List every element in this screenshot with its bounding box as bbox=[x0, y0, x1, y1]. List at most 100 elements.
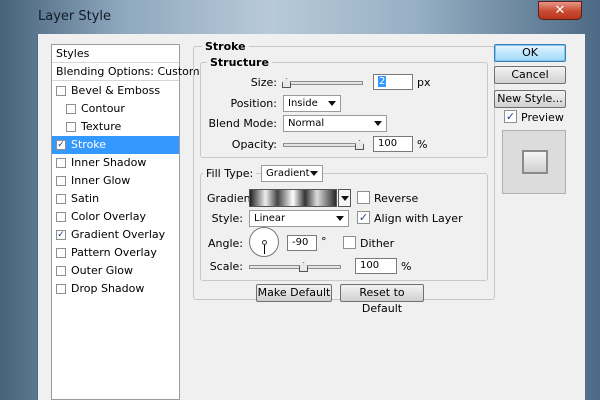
opacity-input[interactable]: 100 bbox=[373, 136, 413, 152]
size-slider-thumb[interactable] bbox=[282, 78, 291, 88]
fill-type-label: Fill Type: bbox=[203, 167, 257, 180]
style-item-inner-shadow[interactable]: Inner Shadow bbox=[52, 154, 179, 172]
scale-label: Scale: bbox=[209, 260, 243, 273]
fill-group: Fill Type: Gradient Gradient: Reverse St… bbox=[200, 165, 488, 281]
align-with-layer-label: Align with Layer bbox=[374, 212, 463, 225]
scale-input[interactable]: 100 bbox=[355, 258, 397, 274]
style-select[interactable]: Linear bbox=[249, 210, 349, 227]
position-label: Position: bbox=[230, 97, 277, 110]
blending-options-item[interactable]: Blending Options: Custom bbox=[52, 63, 200, 81]
stroke-group: Stroke Structure Size: 2 px Position: In… bbox=[193, 40, 495, 315]
window-title: Layer Style bbox=[38, 9, 112, 24]
blend-mode-select[interactable]: Normal bbox=[283, 115, 387, 132]
size-unit: px bbox=[417, 76, 431, 89]
style-item-checkbox[interactable]: ✓ bbox=[56, 140, 66, 150]
chevron-down-icon bbox=[328, 101, 336, 106]
style-item-label: Color Overlay bbox=[71, 210, 146, 223]
style-item-checkbox[interactable] bbox=[56, 86, 66, 96]
size-input[interactable]: 2 bbox=[373, 74, 413, 90]
scale-slider-thumb[interactable] bbox=[299, 262, 308, 272]
style-item-label: Gradient Overlay bbox=[71, 228, 166, 241]
title-bar[interactable]: Layer Style ✕ bbox=[0, 0, 600, 34]
check-icon: ✓ bbox=[57, 140, 65, 150]
check-icon: ✓ bbox=[358, 211, 369, 224]
size-slider[interactable] bbox=[282, 78, 363, 88]
opacity-slider-thumb[interactable] bbox=[355, 140, 364, 150]
style-item-checkbox[interactable]: ✓ bbox=[56, 230, 66, 240]
style-item-checkbox[interactable] bbox=[56, 158, 66, 168]
styles-list: Styles Blending Options: Custom Bevel & … bbox=[51, 44, 200, 400]
style-item-label: Pattern Overlay bbox=[71, 246, 157, 259]
style-item-checkbox[interactable] bbox=[56, 176, 66, 186]
gradient-swatch[interactable] bbox=[249, 189, 337, 207]
style-item-label: Satin bbox=[71, 192, 100, 205]
style-item-bevel-emboss[interactable]: Bevel & Emboss bbox=[52, 82, 179, 100]
fill-type-select[interactable]: Gradient bbox=[261, 165, 323, 182]
style-item-stroke[interactable]: ✓ Stroke bbox=[52, 136, 179, 154]
reverse-checkbox[interactable] bbox=[357, 191, 370, 204]
style-item-checkbox[interactable] bbox=[56, 212, 66, 222]
check-icon: ✓ bbox=[505, 110, 516, 123]
style-item-drop-shadow[interactable]: Drop Shadow bbox=[52, 280, 179, 298]
style-item-checkbox[interactable] bbox=[56, 266, 66, 276]
make-default-button[interactable]: Make Default bbox=[256, 284, 332, 302]
style-label: Style: bbox=[211, 212, 243, 225]
style-item-outer-glow[interactable]: Outer Glow bbox=[52, 262, 179, 280]
stroke-title: Stroke bbox=[202, 40, 249, 53]
style-item-label: Inner Glow bbox=[71, 174, 131, 187]
styles-header[interactable]: Styles bbox=[52, 45, 179, 63]
style-item-checkbox[interactable] bbox=[56, 248, 66, 258]
angle-dial[interactable] bbox=[249, 227, 279, 257]
reset-to-default-button[interactable]: Reset to Default bbox=[340, 284, 424, 315]
style-item-checkbox[interactable] bbox=[56, 194, 66, 204]
position-select[interactable]: Inside bbox=[283, 95, 341, 112]
align-with-layer-checkbox[interactable]: ✓ bbox=[357, 211, 370, 224]
style-item-label: Drop Shadow bbox=[71, 282, 145, 295]
gradient-picker-chevron-icon[interactable] bbox=[338, 189, 351, 207]
chevron-down-icon bbox=[310, 171, 318, 176]
ok-button[interactable]: OK bbox=[494, 44, 566, 62]
close-icon: ✕ bbox=[554, 3, 566, 18]
angle-input[interactable]: -90 bbox=[287, 235, 317, 251]
chevron-down-icon bbox=[336, 216, 344, 221]
style-item-gradient-overlay[interactable]: ✓ Gradient Overlay bbox=[52, 226, 179, 244]
dither-checkbox[interactable] bbox=[343, 236, 356, 249]
style-item-color-overlay[interactable]: Color Overlay bbox=[52, 208, 179, 226]
style-item-label: Outer Glow bbox=[71, 264, 134, 277]
angle-unit: ° bbox=[321, 235, 327, 248]
style-item-checkbox[interactable] bbox=[56, 284, 66, 294]
dither-label: Dither bbox=[360, 237, 395, 250]
opacity-label: Opacity: bbox=[231, 138, 277, 151]
blend-mode-label: Blend Mode: bbox=[208, 117, 278, 130]
scale-slider[interactable] bbox=[249, 262, 341, 272]
opacity-unit: % bbox=[417, 138, 428, 151]
new-style-button[interactable]: New Style... bbox=[494, 90, 566, 108]
style-item-texture[interactable]: Texture bbox=[52, 118, 179, 136]
check-icon: ✓ bbox=[57, 230, 65, 240]
scale-unit: % bbox=[401, 260, 412, 273]
style-item-label: Stroke bbox=[71, 138, 107, 151]
structure-group: Structure Size: 2 px Position: Inside Bl… bbox=[200, 56, 488, 158]
reverse-label: Reverse bbox=[374, 192, 419, 205]
style-item-checkbox[interactable] bbox=[66, 104, 76, 114]
chevron-down-icon bbox=[374, 121, 382, 126]
window-frame: Layer Style ✕ Styles Blending Options: C… bbox=[0, 0, 600, 400]
size-label: Size: bbox=[250, 76, 277, 89]
style-item-inner-glow[interactable]: Inner Glow bbox=[52, 172, 179, 190]
style-item-label: Inner Shadow bbox=[71, 156, 147, 169]
style-item-checkbox[interactable] bbox=[66, 122, 76, 132]
style-item-label: Bevel & Emboss bbox=[71, 84, 161, 97]
preview-label: Preview bbox=[521, 111, 564, 124]
preview-thumbnail bbox=[502, 130, 566, 194]
style-item-label: Contour bbox=[81, 102, 125, 115]
opacity-slider[interactable] bbox=[283, 140, 364, 150]
dialog-client: Styles Blending Options: Custom Bevel & … bbox=[37, 34, 585, 400]
angle-label: Angle: bbox=[207, 237, 243, 250]
close-button[interactable]: ✕ bbox=[538, 1, 582, 20]
cancel-button[interactable]: Cancel bbox=[494, 66, 566, 84]
style-item-satin[interactable]: Satin bbox=[52, 190, 179, 208]
style-item-contour[interactable]: Contour bbox=[52, 100, 179, 118]
style-item-label: Texture bbox=[81, 120, 122, 133]
preview-checkbox[interactable]: ✓ bbox=[504, 110, 517, 123]
style-item-pattern-overlay[interactable]: Pattern Overlay bbox=[52, 244, 179, 262]
